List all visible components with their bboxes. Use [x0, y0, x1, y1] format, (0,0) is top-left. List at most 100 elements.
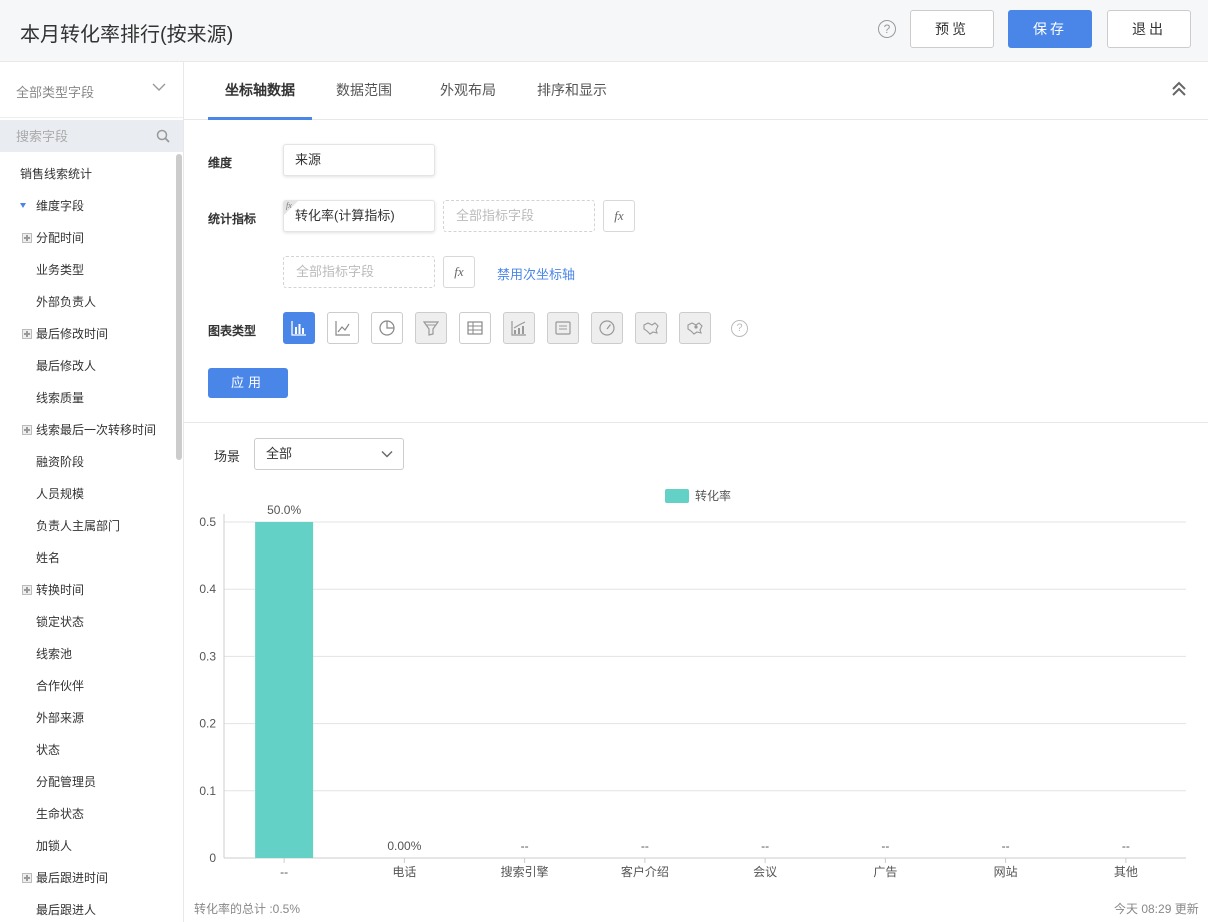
chart-total: 转化率的总计 :0.5%	[194, 902, 301, 916]
tab-axis-data[interactable]: 坐标轴数据	[225, 80, 295, 100]
x-tick-label: --	[280, 865, 288, 879]
sidebar-field-item[interactable]: 最后跟进人	[0, 898, 176, 922]
chart-type-map-pin[interactable]	[679, 312, 711, 344]
chart-type-help-icon[interactable]: ?	[731, 320, 748, 337]
dimension-label: 维度	[208, 156, 233, 170]
expand-plus-icon[interactable]	[22, 425, 32, 435]
sidebar-field-label: 人员规模	[36, 487, 85, 501]
save-button[interactable]: 保存	[1008, 10, 1092, 48]
page-header: 本月转化率排行(按来源) ? 预览 保存 退出	[0, 0, 1208, 62]
sidebar-field-label: 线索池	[36, 647, 73, 661]
search-icon[interactable]	[156, 129, 170, 143]
sidebar-field-item[interactable]: 最后修改时间	[0, 322, 176, 346]
sidebar-scrollbar[interactable]	[176, 154, 182, 460]
sidebar-field-item[interactable]: 维度字段	[0, 194, 176, 218]
metric-label: 统计指标	[208, 212, 257, 226]
dimension-field[interactable]: 来源	[283, 144, 435, 176]
chart-type-funnel[interactable]	[415, 312, 447, 344]
sidebar-field-label: 线索最后一次转移时间	[36, 423, 157, 437]
sidebar-field-label: 状态	[36, 743, 61, 757]
sidebar-field-item[interactable]: 融资阶段	[0, 450, 176, 474]
page-title: 本月转化率排行(按来源)	[20, 24, 234, 46]
metric-field[interactable]: 转化率(计算指标) fx	[283, 200, 435, 232]
sidebar-field-item[interactable]: 人员规模	[0, 482, 176, 506]
y-tick-label: 0.1	[199, 784, 216, 798]
sidebar-field-item[interactable]: 销售线索统计	[0, 162, 176, 186]
expand-plus-icon[interactable]	[22, 233, 32, 243]
expand-plus-icon[interactable]	[22, 585, 32, 595]
exit-button[interactable]: 退出	[1107, 10, 1191, 48]
apply-button[interactable]: 应用	[208, 368, 288, 398]
fx-tag-text: fx	[286, 201, 292, 210]
expand-plus-icon[interactable]	[22, 329, 32, 339]
metric-placeholder-box[interactable]: 全部指标字段	[443, 200, 595, 232]
sidebar-field-item[interactable]: 最后修改人	[0, 354, 176, 378]
secondary-metric-box[interactable]: 全部指标字段	[283, 256, 435, 288]
gauge-icon	[599, 320, 615, 336]
scene-select-value: 全部	[266, 446, 293, 461]
sidebar-field-item[interactable]: 外部来源	[0, 706, 176, 730]
legend-label: 转化率	[695, 488, 731, 503]
active-tab-indicator	[208, 117, 312, 120]
sidebar-field-item[interactable]: 合作伙伴	[0, 674, 176, 698]
chart-type-combo[interactable]	[503, 312, 535, 344]
sidebar-field-label: 最后跟进人	[36, 903, 97, 917]
sidebar-field-label: 最后修改人	[36, 359, 97, 373]
sidebar-field-label: 姓名	[36, 551, 61, 565]
preview-button[interactable]: 预览	[910, 10, 994, 48]
scene-select[interactable]: 全部	[254, 438, 404, 470]
sidebar-field-item[interactable]: 锁定状态	[0, 610, 176, 634]
caret-down-icon[interactable]	[20, 203, 26, 208]
card-icon	[555, 321, 571, 335]
help-icon[interactable]: ?	[878, 20, 896, 38]
bar	[255, 522, 314, 858]
sidebar-field-label: 外部来源	[36, 711, 85, 725]
chart-type-bar[interactable]	[283, 312, 315, 344]
sidebar-field-item[interactable]: 姓名	[0, 546, 176, 570]
sidebar-field-item[interactable]: 业务类型	[0, 258, 176, 282]
x-tick-label: 客户介绍	[621, 864, 669, 879]
sidebar-field-item[interactable]: 生命状态	[0, 802, 176, 826]
field-search	[0, 120, 183, 152]
tab-appearance[interactable]: 外观布局	[440, 80, 496, 100]
data-label: --	[761, 839, 769, 853]
sidebar-field-label: 加锁人	[36, 839, 73, 853]
field-type-select[interactable]: 全部类型字段	[0, 62, 183, 118]
x-tick-label: 电话	[392, 865, 416, 879]
data-label: --	[641, 839, 649, 853]
y-tick-label: 0.2	[199, 717, 216, 731]
combo-chart-icon	[511, 321, 526, 336]
sidebar-field-label: 维度字段	[36, 199, 85, 213]
sidebar-field-item[interactable]: 线索最后一次转移时间	[0, 418, 176, 442]
data-label: --	[521, 839, 529, 853]
sidebar-field-label: 锁定状态	[36, 615, 85, 629]
chart-type-card[interactable]	[547, 312, 579, 344]
chart-type-table[interactable]	[459, 312, 491, 344]
secondary-fx-button[interactable]: fx	[443, 256, 475, 288]
disable-secondary-axis-link[interactable]: 禁用次坐标轴	[497, 264, 575, 283]
sidebar-field-item[interactable]: 分配时间	[0, 226, 176, 250]
sidebar-field-item[interactable]: 分配管理员	[0, 770, 176, 794]
expand-plus-icon[interactable]	[22, 873, 32, 883]
sidebar-field-item[interactable]: 加锁人	[0, 834, 176, 858]
config-tabs: 坐标轴数据 数据范围 外观布局 排序和显示	[184, 62, 1208, 120]
sidebar-field-item[interactable]: 负责人主属部门	[0, 514, 176, 538]
field-search-input[interactable]	[0, 120, 150, 152]
sidebar-field-item[interactable]: 转换时间	[0, 578, 176, 602]
chart-type-line[interactable]	[327, 312, 359, 344]
chart-type-gauge[interactable]	[591, 312, 623, 344]
y-tick-label: 0	[209, 851, 216, 865]
sidebar-field-item[interactable]: 线索质量	[0, 386, 176, 410]
collapse-up-icon[interactable]	[1170, 80, 1188, 98]
tab-data-range[interactable]: 数据范围	[336, 80, 392, 100]
table-icon	[467, 321, 483, 335]
sidebar-field-item[interactable]: 最后跟进时间	[0, 866, 176, 890]
sidebar-field-item[interactable]: 外部负责人	[0, 290, 176, 314]
chart-type-pie[interactable]	[371, 312, 403, 344]
tab-sort-display[interactable]: 排序和显示	[537, 80, 607, 100]
sidebar-field-item[interactable]: 状态	[0, 738, 176, 762]
fx-formula-button[interactable]: fx	[603, 200, 635, 232]
chart-type-map[interactable]	[635, 312, 667, 344]
sidebar-field-item[interactable]: 线索池	[0, 642, 176, 666]
sidebar-field-label: 线索质量	[36, 391, 85, 405]
